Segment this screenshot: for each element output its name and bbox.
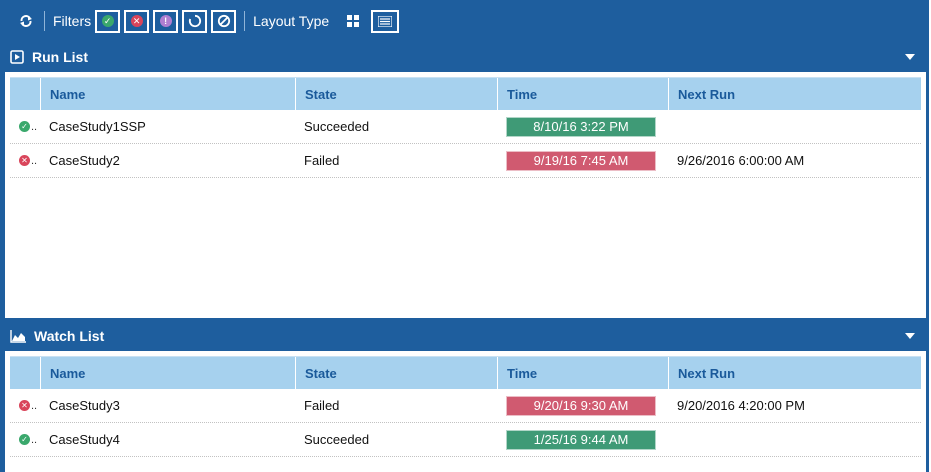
grid-header: Name State Time Next Run xyxy=(10,77,921,111)
column-state[interactable]: State xyxy=(295,78,497,111)
succeeded-icon: ✓ xyxy=(18,434,30,445)
column-time[interactable]: Time xyxy=(497,357,668,390)
next-run-cell xyxy=(668,423,921,457)
time-cell: 1/25/16 9:44 AM xyxy=(497,423,668,457)
column-state[interactable]: State xyxy=(295,357,497,390)
toolbar: Filters ✓ ✕ ! Layout Type xyxy=(0,0,929,42)
toolbar-divider xyxy=(244,11,246,31)
table-row[interactable]: ✕.. CaseStudy2 Failed 9/19/16 7:45 AM 9/… xyxy=(10,144,921,178)
next-run-cell: 9/20/2016 4:20:00 PM xyxy=(677,398,805,413)
filter-running-button[interactable] xyxy=(182,9,208,33)
layout-type-label: Layout Type xyxy=(253,13,330,29)
time-badge: 9/20/16 9:30 AM xyxy=(506,395,656,416)
column-name[interactable]: Name xyxy=(40,357,295,390)
area-chart-icon xyxy=(10,329,26,343)
status-ellipsis: .. xyxy=(30,120,38,133)
filter-warning-button[interactable]: ! xyxy=(153,9,179,33)
play-icon xyxy=(10,50,24,64)
watch-list-panel: Name State Time Next Run ✕.. CaseStudy3 … xyxy=(5,351,926,472)
list-layout-button[interactable] xyxy=(371,9,400,33)
chevron-down-icon[interactable] xyxy=(905,54,915,60)
table-row[interactable]: ✓.. CaseStudy4 Succeeded 1/25/16 9:44 AM xyxy=(10,423,921,457)
time-cell: 8/10/16 3:22 PM xyxy=(497,110,668,144)
run-list-grid: Name State Time Next Run ✓.. CaseStudy1S… xyxy=(10,77,921,178)
status-ellipsis: .. xyxy=(30,399,38,412)
column-next-run[interactable]: Next Run xyxy=(668,357,921,390)
succeeded-icon: ✓ xyxy=(18,121,30,132)
grid-layout-icon[interactable] xyxy=(343,11,363,31)
time-badge: 1/25/16 9:44 AM xyxy=(506,429,656,450)
filter-failed-button[interactable]: ✕ xyxy=(124,9,150,33)
column-status xyxy=(10,357,40,390)
x-icon: ✕ xyxy=(130,15,143,27)
failed-icon: ✕ xyxy=(18,155,30,166)
status-cell: ✓.. xyxy=(10,423,40,457)
column-name[interactable]: Name xyxy=(40,78,295,111)
name-cell: CaseStudy2 xyxy=(49,153,120,168)
filter-succeeded-button[interactable]: ✓ xyxy=(95,9,121,33)
next-run-cell xyxy=(668,110,921,144)
status-cell: ✕.. xyxy=(10,144,40,178)
time-cell: 9/20/16 9:30 AM xyxy=(497,389,668,423)
table-row[interactable]: ✓.. CaseStudy1SSP Succeeded 8/10/16 3:22… xyxy=(10,110,921,144)
watch-list-grid: Name State Time Next Run ✕.. CaseStudy3 … xyxy=(10,356,921,457)
column-status xyxy=(10,78,40,111)
run-list-panel: Name State Time Next Run ✓.. CaseStudy1S… xyxy=(5,72,926,318)
refresh-icon[interactable] xyxy=(16,11,36,31)
list-icon xyxy=(378,15,393,27)
status-cell: ✓.. xyxy=(10,110,40,144)
exclamation-icon: ! xyxy=(159,15,172,27)
name-cell: CaseStudy3 xyxy=(49,398,120,413)
running-icon xyxy=(188,14,201,28)
column-next-run[interactable]: Next Run xyxy=(668,78,921,111)
watch-list-header[interactable]: Watch List xyxy=(0,321,929,351)
status-ellipsis: .. xyxy=(30,433,38,446)
app-frame: Filters ✓ ✕ ! Layout Type Run List Name … xyxy=(0,0,929,472)
name-cell: CaseStudy4 xyxy=(49,432,120,447)
state-cell: Failed xyxy=(304,153,340,168)
check-icon: ✓ xyxy=(101,15,114,27)
filter-cancelled-button[interactable] xyxy=(211,9,237,33)
time-cell: 9/19/16 7:45 AM xyxy=(497,144,668,178)
column-time[interactable]: Time xyxy=(497,78,668,111)
state-cell: Succeeded xyxy=(304,119,370,134)
toolbar-divider xyxy=(44,11,45,31)
time-badge: 9/19/16 7:45 AM xyxy=(506,150,656,171)
cancel-icon xyxy=(217,14,230,28)
chevron-down-icon[interactable] xyxy=(905,333,915,339)
status-ellipsis: .. xyxy=(30,154,38,167)
state-cell: Failed xyxy=(304,398,340,413)
grid-header: Name State Time Next Run xyxy=(10,356,921,390)
table-row[interactable]: ✕.. CaseStudy3 Failed 9/20/16 9:30 AM 9/… xyxy=(10,389,921,423)
time-badge: 8/10/16 3:22 PM xyxy=(506,116,656,137)
failed-icon: ✕ xyxy=(18,400,30,411)
next-run-cell: 9/26/2016 6:00:00 AM xyxy=(677,153,805,168)
name-cell: CaseStudy1SSP xyxy=(49,119,146,134)
run-list-header[interactable]: Run List xyxy=(0,42,929,72)
filters-label: Filters xyxy=(53,13,92,29)
status-cell: ✕.. xyxy=(10,389,40,423)
state-cell: Succeeded xyxy=(304,432,370,447)
watch-list-title: Watch List xyxy=(34,328,105,344)
run-list-title: Run List xyxy=(32,49,88,65)
